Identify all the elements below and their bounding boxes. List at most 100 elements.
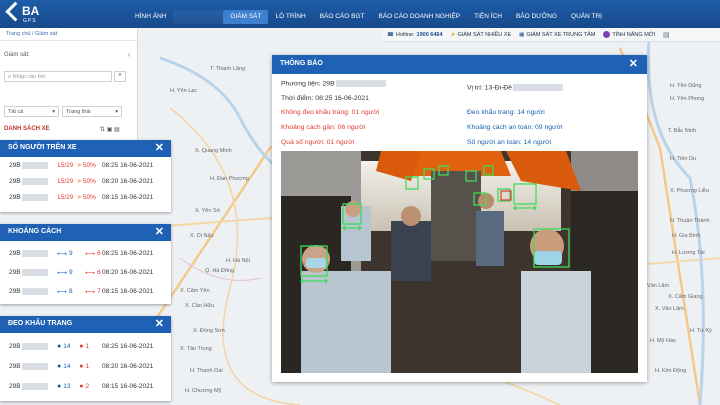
time-line: Thời điểm: 08:25 16-06-2021 [281,95,369,102]
plate-number: 29B [9,177,55,185]
nav-item-8[interactable]: QUẢN TRỊ [564,10,609,24]
close-icon[interactable]: ✕ [155,225,164,238]
list-tools-icon[interactable]: ⇅ ▣ ▤ [100,126,120,133]
search-input[interactable]: ⌕ Nhập cần tìm [4,71,112,82]
passenger-ratio: 15/29 [57,177,74,185]
no-mask-count: Không đeo khẩu trang: 01 người [281,109,380,116]
near-distance-value: 7 [97,288,101,295]
map-place-label: Q. Hà Đông [205,268,235,274]
timestamp: 08:15 16-06-2021 [102,288,154,295]
map-place-label: H. Mỹ Hào [650,338,676,344]
unmasked-person-icon: ● [79,382,84,390]
passenger-count-card: SỐ NGƯỜI TRÊN XE ✕ 29B 15/29 > 50% 08:25 16… [0,140,171,212]
table-row[interactable]: 29B 15/29 > 50% 08:20 16-06-2021 [0,173,171,189]
table-row[interactable]: 29B 15/29 > 50% 08:15 16-06-2021 [0,189,171,205]
unmasked-count: 2 [85,382,90,390]
search-button[interactable]: ⌕ [114,71,126,82]
tile-icon[interactable]: ▤ [663,31,670,39]
top-navigation-bar: BA GPS HÌNH ẢNH GIÁM SÁT LỘ TRÌNH BÁO CÁO B… [0,0,720,28]
masked-count: 14 [63,342,71,350]
new-features-link[interactable]: TÍNH NĂNG MỚI [603,31,655,38]
chevron-down-icon: ▾ [52,109,55,115]
multi-vehicle-monitor-link[interactable]: ★ GIÁM SÁT NHIỀU XE [451,32,512,38]
map-place-label: H. Kim Động [655,368,687,374]
close-icon[interactable]: ✕ [629,57,638,70]
monitor-label: Giám sát: [4,52,30,58]
nav-item-7[interactable]: BẢO DƯỠNG [509,10,564,24]
safe-distance-icon: ⟷ [57,269,68,277]
passenger-ratio: 15/29 [57,161,74,169]
filter-status-select[interactable]: Trạng thái ▾ [62,106,122,117]
near-distance-icon: ⟷ [85,288,96,296]
hotline-bar: ☎ Hotline: 1900 6464 ★ GIÁM SÁT NHIỀU XE… [383,28,720,42]
dialog-header: THÔNG BÁO ✕ [272,55,647,74]
passenger-card-header: SỐ NGƯỜI TRÊN XE ✕ [0,140,171,157]
timestamp: 08:25 16-06-2021 [102,250,154,257]
grid-icon: ▦ [519,31,525,38]
mask-count: Đeo khẩu trang: 14 người [467,109,545,116]
nav-item-5[interactable]: BÁO CÁO DOANH NGHIỆP [372,10,468,24]
over-capacity-count: Quá số người: 01 người [281,139,355,146]
timestamp: 08:25 16-06-2021 [102,161,154,169]
breadcrumb[interactable]: Trang chủ / Giám sát [6,31,57,37]
safe-distance-count: Khoảng cách an toàn: 09 người [467,124,563,131]
timestamp: 08:20 16-06-2021 [102,362,154,370]
capacity-rule: > 50% [77,161,96,169]
vehicle-list-title: DANH SÁCH XE [4,126,50,132]
map-place-label: X. Cẩm Yên [180,288,210,294]
masked-person-icon: ● [57,362,62,370]
safe-distance-icon: ⟷ [57,250,68,258]
map-place-label: T. Bắc Ninh [668,128,697,134]
table-row[interactable]: 29B ⟷ 8 ⟷ 7 08:15 16-06-2021 [0,282,171,301]
table-row[interactable]: 29B ⟷ 9 ⟷ 6 08:20 16-06-2021 [0,263,171,282]
near-distance-icon: ⟷ [85,269,96,277]
safe-distance-value: 9 [69,250,73,257]
filter-all-select[interactable]: Tất cả ▾ [4,106,59,117]
table-row[interactable]: 29B ● 13 ● 2 08:15 16-06-2021 [0,376,171,396]
map-place-label: H. Lương Tài [672,250,705,256]
table-row[interactable]: 29B ● 14 ● 1 08:25 16-06-2021 [0,336,171,356]
table-row[interactable]: 29B ⟷ 9 ⟷ 6 08:25 16-06-2021 [0,244,171,263]
app-logo[interactable]: BA GPS [4,1,44,26]
map-place-label: X. Yên Sở [195,208,221,214]
nav-item-2[interactable]: GIÁM SÁT [223,10,269,24]
map-place-label: H. Gia Bình [672,233,701,239]
panel-collapse-icon[interactable]: ‹ [128,52,130,59]
nav-item-3[interactable]: LỘ TRÌNH [268,10,312,24]
map-place-label: H. Chương Mỹ [185,388,222,394]
map-place-label: X. Văn Lâm [655,306,684,312]
table-row[interactable]: 29B 15/29 > 50% 08:25 16-06-2021 [0,157,171,173]
map-place-label: H. Tiên Du [670,156,696,162]
table-row[interactable]: 29B ● 14 ● 1 08:20 16-06-2021 [0,356,171,376]
safe-distance-icon: ⟷ [57,288,68,296]
chevron-down-icon: ▾ [115,109,118,115]
map-place-label: H. Tứ Kỳ [690,328,712,334]
nav-item-6[interactable]: TIỆN ÍCH [467,10,509,24]
near-distance-icon: ⟷ [85,250,96,258]
map-place-label: X. Phương Liễu [670,188,709,194]
safe-distance-value: 9 [69,269,73,276]
search-icon: ⌕ [8,74,12,80]
unmasked-person-icon: ● [79,362,84,370]
position-line: Vị trí: 13-Đi-Đề [467,84,563,91]
near-distance-value: 6 [97,269,101,276]
plate-prefix: 29B [9,193,21,201]
timestamp: 08:15 16-06-2021 [102,193,154,201]
map-place-label: H. Hà Nội [226,258,250,264]
nav-item-0[interactable]: HÌNH ẢNH [128,10,173,24]
close-icon[interactable]: ✕ [155,141,164,154]
center-vehicle-monitor-link[interactable]: ▦ GIÁM SÁT XE TRUNG TÂM [519,32,595,38]
timestamp: 08:20 16-06-2021 [102,177,154,185]
masked-count: 13 [63,382,71,390]
capacity-rule: > 50% [77,193,96,201]
camera-snapshot[interactable] [281,151,638,373]
plate-prefix: 29B [9,161,21,169]
close-icon[interactable]: ✕ [155,317,164,330]
plate-number: 29B [9,362,55,370]
map-place-label: H. Thuận Thành [670,218,710,224]
plate-prefix: 29B [9,177,21,185]
nav-item-4[interactable]: BÁO CÁO BGT [313,10,372,24]
nav-item-1[interactable] [173,10,224,24]
plate-number: 29B [9,269,55,276]
timestamp: 08:15 16-06-2021 [102,382,154,390]
